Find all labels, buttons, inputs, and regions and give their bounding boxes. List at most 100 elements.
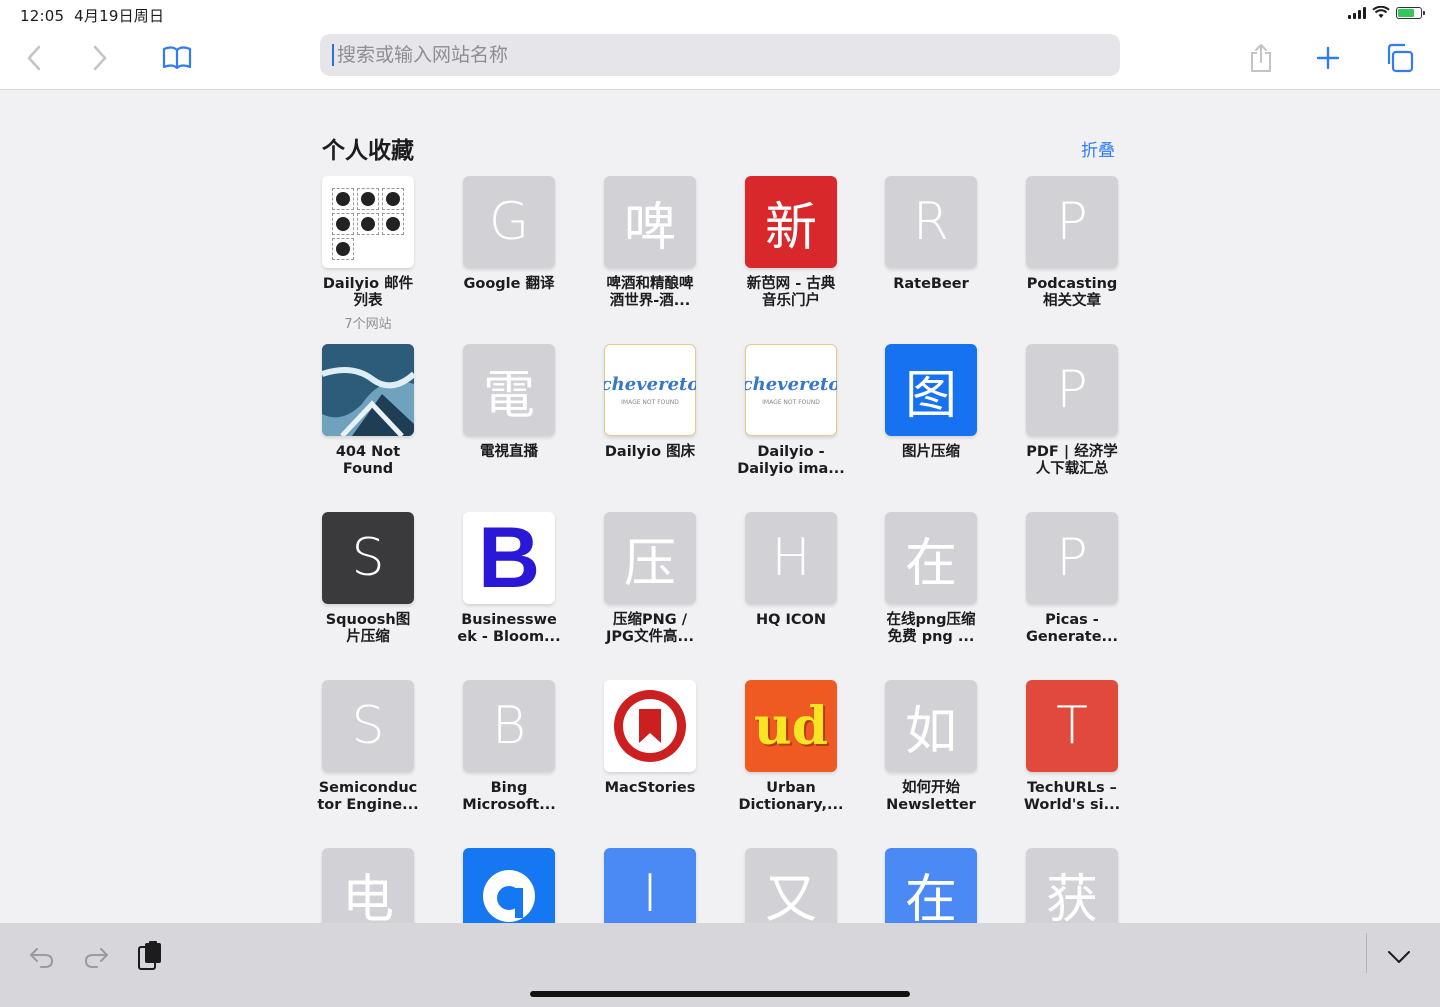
favorite-item[interactable]: chevereto IMAGE NOT FOUND Dailyio 图床 [590,344,710,461]
favorite-item[interactable]: chevereto IMAGE NOT FOUND Dailyio - Dailyi… [731,344,851,478]
status-bar: 12:05 4月19日周日 [0,0,1440,28]
chevereto-logo: chevereto [745,374,837,395]
favorite-item[interactable]: 在在线png压缩 免费 png ... [871,512,991,646]
browser-toolbar [0,28,1440,90]
favorite-item[interactable]: G Google 翻译 [449,176,569,293]
address-bar[interactable] [320,34,1120,76]
favorite-item[interactable]: MacStories [590,680,710,797]
favorites-page: 个人收藏 折叠 Dailyio 邮件 列表 7个网站 G Google 翻译 啤啤酒和精… [0,90,1440,923]
share-icon [1251,43,1271,72]
favorite-item[interactable] [449,848,569,923]
favorite-icon: P [1026,344,1118,436]
favorite-icon: 压 [604,512,696,604]
ocean-photo-icon [322,344,414,436]
favorite-item[interactable]: B Bing Microsoft... [449,680,569,814]
status-time: 12:05 4月19日周日 [20,5,164,26]
favorites-title: 个人收藏 [322,138,414,164]
favorite-label: Picas - Generate... [1025,612,1119,645]
undo-button[interactable] [22,937,62,977]
dismiss-keyboard-button[interactable] [1379,937,1419,977]
favorite-item[interactable]: H HQ ICON [731,512,851,629]
address-input[interactable] [335,43,1099,67]
favorite-label: Dailyio 邮件 列表 [322,276,414,309]
plus-icon [1316,46,1340,70]
redo-icon [84,948,108,968]
macstories-icon [604,680,696,772]
undo-icon [30,948,54,968]
favorite-icon: 在 [885,512,977,604]
favorite-icon: H [745,512,837,604]
clipboard-icon [138,941,161,970]
favorite-item[interactable]: T TechURLs – World's si... [1012,680,1132,814]
favorite-sublabel: 7个网站 [344,317,392,332]
forward-button[interactable] [82,40,118,76]
favorite-item[interactable]: P Picas - Generate... [1012,512,1132,646]
clock-date: 4月19日周日 [74,7,165,25]
favorite-item[interactable]: 啤啤酒和精酿啤 酒世界-酒... [590,176,710,310]
favorite-item[interactable]: 图图片压缩 [871,344,991,461]
favorite-item[interactable]: S Squoosh图 片压缩 [308,512,428,646]
chevron-left-icon [27,45,41,71]
favorite-item[interactable]: B Businesswe ek - Bloom... [449,512,569,646]
favorite-item[interactable]: 又 [731,848,851,923]
new-tab-button[interactable] [1310,40,1346,76]
favorite-icon [322,176,414,268]
cellular-signal-icon [1348,6,1366,19]
favorite-item[interactable]: Dailyio 邮件 列表 7个网站 [308,176,428,332]
favorite-icon: chevereto IMAGE NOT FOUND [745,344,837,436]
favorite-item[interactable]: 電電視直播 [449,344,569,461]
favorite-icon: 在 [885,848,977,923]
favorite-item[interactable]: P Podcasting 相关文章 [1012,176,1132,310]
app-a-icon [463,848,555,923]
favorite-icon: I [604,848,696,923]
home-indicator [530,991,910,997]
favorite-item[interactable]: S Semiconduc tor Engine... [308,680,428,814]
favorite-label: TechURLs – World's si... [1023,780,1121,813]
favorite-label: 在线png压缩 免费 png ... [886,612,976,645]
favorite-icon: 新 [745,176,837,268]
mail-icon [332,213,354,235]
favorite-item[interactable]: 在 [871,848,991,923]
paste-button[interactable] [130,937,170,977]
favorite-item[interactable]: R RateBeer [871,176,991,293]
tabs-overview-button[interactable] [1381,40,1417,76]
mail-icon [382,213,404,235]
keyboard-shortcut-bar [0,923,1440,1007]
favorite-label: 新芭网 - 古典 音乐门户 [746,276,836,309]
chevereto-logo: chevereto [604,374,696,395]
favorite-item[interactable]: P PDF | 经济学 人下载汇总 [1012,344,1132,478]
redo-button[interactable] [76,937,116,977]
wifi-icon [1372,6,1390,18]
clock-time: 12:05 [20,7,65,25]
favorite-label: 图片压缩 [902,444,960,460]
favorite-item[interactable]: I [590,848,710,923]
favorite-icon: T [1026,680,1118,772]
favorite-label: 啤酒和精酿啤 酒世界-酒... [606,276,694,309]
collapse-button[interactable]: 折叠 [1081,136,1115,161]
favorite-icon: 又 [745,848,837,923]
favorite-label: Podcasting 相关文章 [1026,276,1118,309]
favorite-icon: G [463,176,555,268]
favorite-icon: R [885,176,977,268]
toolbar-divider [1366,933,1367,973]
favorite-item[interactable]: 压压缩PNG / JPG文件高... [590,512,710,646]
favorite-icon: 電 [463,344,555,436]
favorite-item[interactable]: ud Urban Dictionary,... [731,680,851,814]
favorite-item[interactable]: 404 Not Found [308,344,428,478]
urban-dictionary-icon: ud [745,680,837,772]
favorite-label: PDF | 经济学 人下载汇总 [1026,444,1118,477]
bookmarks-button[interactable] [159,40,195,76]
favorite-label: Squoosh图 片压缩 [325,612,411,645]
favorite-item[interactable]: 获 [1012,848,1132,923]
favorite-icon: S [322,512,414,604]
mail-icon [332,238,354,260]
favorite-label: 電視直播 [480,444,538,460]
favorite-item[interactable]: 新新芭网 - 古典 音乐门户 [731,176,851,310]
share-button[interactable] [1243,40,1279,76]
favorite-icon: B [463,680,555,772]
favorite-item[interactable]: 电 [308,848,428,923]
back-button[interactable] [16,40,52,76]
favorite-icon: 啤 [604,176,696,268]
favorite-item[interactable]: 如如何开始 Newsletter [871,680,991,814]
favorite-label: 404 Not Found [335,444,401,477]
